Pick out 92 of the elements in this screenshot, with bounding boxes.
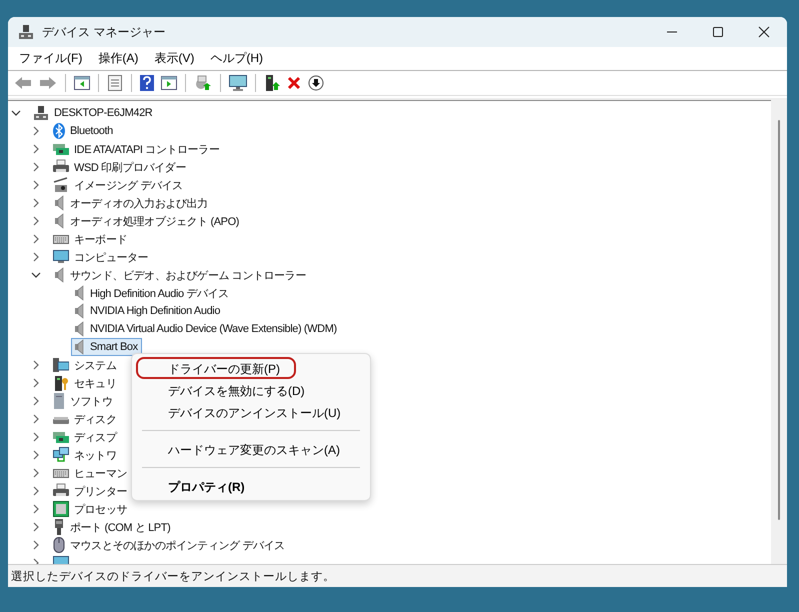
expand-chevron-icon[interactable]	[31, 414, 41, 424]
circuit-card-icon	[53, 429, 69, 445]
tree-item[interactable]: WSD 印刷プロバイダー	[51, 158, 190, 176]
expand-chevron-icon[interactable]	[31, 198, 41, 208]
expand-chevron-icon[interactable]	[31, 234, 41, 244]
computer-icon	[33, 105, 49, 121]
tree-item[interactable]: プリンター	[51, 482, 132, 500]
window-pane-icon[interactable]	[159, 75, 179, 91]
menu-item[interactable]: デバイスのアンインストール(U)	[136, 401, 366, 423]
expand-chevron-icon[interactable]	[31, 180, 41, 190]
expand-chevron-icon[interactable]	[31, 216, 41, 226]
bluetooth-icon	[53, 123, 65, 139]
expand-chevron-icon[interactable]	[31, 378, 41, 388]
window-title: デバイス マネージャー	[42, 24, 166, 40]
speaker-icon	[53, 195, 65, 211]
tree-item[interactable]: マウスとそのほかのポインティング デバイス	[51, 536, 289, 554]
properties-icon[interactable]	[105, 74, 125, 92]
expand-chevron-icon[interactable]	[31, 540, 41, 550]
keyboard-icon	[53, 233, 69, 245]
printer-icon	[53, 159, 69, 175]
keyboard-icon	[53, 467, 69, 479]
menu-item[interactable]: ハードウェア変更のスキャン(A)	[136, 438, 366, 460]
tree-item[interactable]: コンピューター	[51, 248, 152, 266]
tower-key-icon	[53, 375, 69, 391]
tree-item[interactable]: ポート (COM と LPT)	[51, 518, 174, 536]
network-icon	[53, 447, 69, 463]
window-pane-icon[interactable]	[72, 75, 92, 91]
computer-monitor-icon	[53, 357, 69, 373]
status-text: 選択したデバイスのドライバーをアンインストールします。	[11, 570, 335, 584]
tree-item[interactable]: イメージング デバイス	[51, 176, 187, 194]
monitor-icon[interactable]	[227, 74, 249, 92]
tree-item[interactable]: High Definition Audio デバイス	[71, 284, 233, 302]
expand-chevron-icon[interactable]	[31, 468, 41, 478]
tree-item[interactable]: IDE ATA/ATAPI コントローラー	[51, 140, 224, 158]
expand-chevron-icon[interactable]	[31, 126, 41, 136]
menu-item[interactable]: プロパティ(R)	[136, 475, 366, 497]
close-icon	[758, 26, 770, 38]
tree-item[interactable]: Smart Box	[71, 338, 142, 356]
help-icon[interactable]	[138, 74, 156, 92]
monitor-icon	[53, 249, 69, 265]
expand-chevron-icon[interactable]	[31, 144, 41, 154]
tree-item[interactable]: Bluetooth	[51, 122, 117, 140]
tree-item[interactable]: ディスプ	[51, 428, 120, 446]
expand-chevron-icon[interactable]	[31, 504, 41, 514]
maximize-icon	[712, 26, 724, 38]
download-icon[interactable]	[306, 74, 326, 92]
scrollbar[interactable]	[771, 100, 787, 564]
expand-chevron-icon[interactable]	[31, 522, 41, 532]
tree-item[interactable]: ソフトウ	[51, 392, 116, 410]
menu-item[interactable]: ヘルプ(H)	[203, 48, 270, 69]
computer-icon	[18, 24, 34, 40]
scanner-icon	[53, 177, 69, 193]
expand-chevron-icon[interactable]	[31, 162, 41, 172]
tree-item[interactable]: サウンド、ビデオ、およびゲーム コントローラー	[51, 266, 310, 284]
tree-item[interactable]: NVIDIA High Definition Audio	[71, 302, 224, 320]
tree-item[interactable]: ディスク	[51, 410, 120, 428]
menu-item[interactable]: ドライバーの更新(P)	[136, 357, 296, 379]
menu-item[interactable]: 操作(A)	[91, 48, 146, 69]
tree-item[interactable]: ヒューマン	[51, 464, 132, 482]
printer-icon	[53, 483, 69, 499]
tree-item[interactable]: オーディオ処理オブジェクト (APO)	[51, 212, 244, 230]
tree-item[interactable]: DESKTOP-E6JM42R	[31, 104, 156, 122]
circuit-card-icon	[53, 141, 69, 157]
speaker-icon	[73, 339, 85, 355]
delete-icon[interactable]	[285, 75, 303, 91]
tower-icon	[53, 393, 65, 409]
speaker-icon	[53, 213, 65, 229]
expand-chevron-icon[interactable]	[31, 252, 41, 262]
menu-item[interactable]: 表示(V)	[147, 48, 202, 69]
speaker-icon	[53, 267, 65, 283]
menu-item[interactable]: ファイル(F)	[12, 48, 90, 69]
speaker-icon	[73, 321, 85, 337]
tree-item[interactable]: オーディオの入力および出力	[51, 194, 212, 212]
tree-item[interactable]: システム	[51, 356, 120, 374]
expand-chevron-icon[interactable]	[31, 396, 41, 406]
mouse-icon	[53, 537, 65, 553]
collapse-chevron-icon[interactable]	[11, 108, 21, 118]
plug-icon	[53, 519, 65, 535]
speaker-icon	[73, 303, 85, 319]
menu-item[interactable]: デバイスを無効にする(D)	[136, 379, 366, 401]
tree-item[interactable]: セキュリ	[51, 374, 120, 392]
tree-item[interactable]: キーボード	[51, 230, 132, 248]
expand-chevron-icon[interactable]	[31, 450, 41, 460]
expand-chevron-icon[interactable]	[31, 432, 41, 442]
processor-icon	[53, 501, 69, 517]
expand-chevron-icon[interactable]	[31, 486, 41, 496]
tree-item[interactable]: NVIDIA Virtual Audio Device (Wave Extensible) (WDM)	[71, 320, 341, 338]
tree-item[interactable]: プロセッサ	[51, 500, 132, 518]
tree-item[interactable]: ネットワ	[51, 446, 120, 464]
collapse-chevron-icon[interactable]	[31, 270, 41, 280]
speaker-icon	[73, 285, 85, 301]
expand-chevron-icon[interactable]	[31, 360, 41, 370]
